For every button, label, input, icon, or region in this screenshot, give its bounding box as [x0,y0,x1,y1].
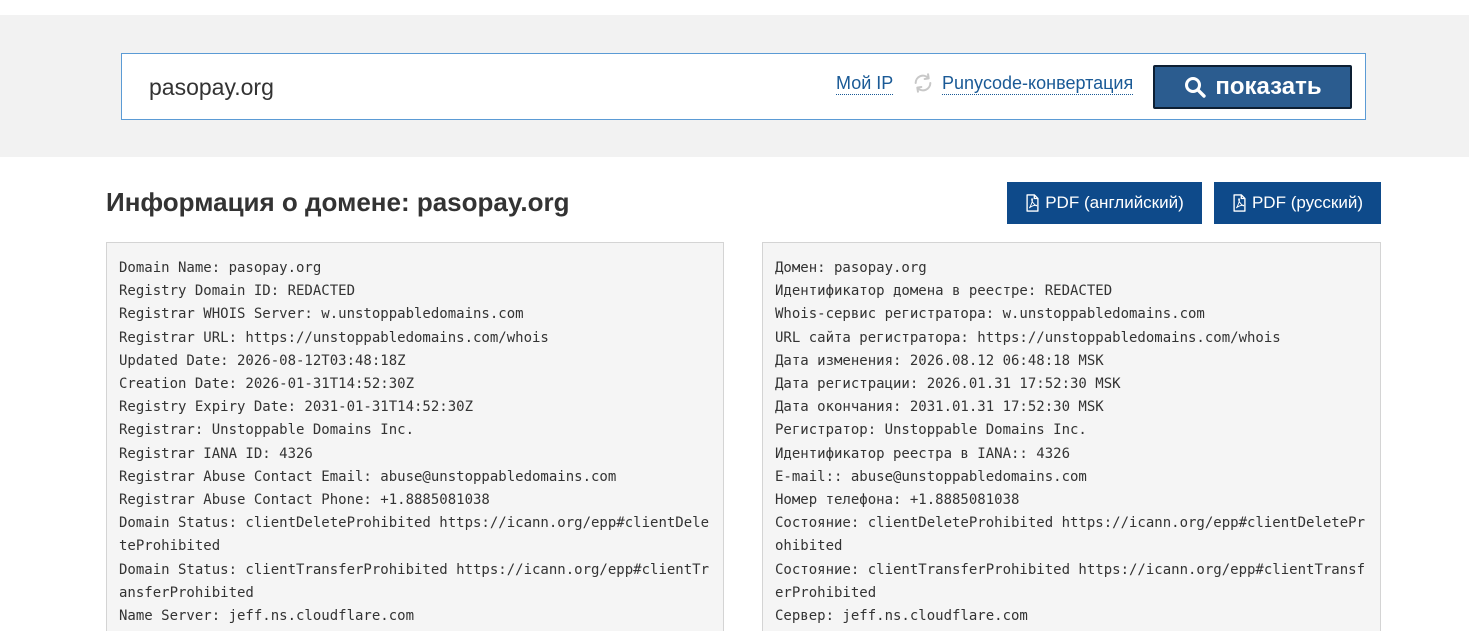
whois-en-line: Registrar WHOIS Server: w.unstoppabledom… [119,306,524,323]
whois-ru-line: Идентификатор домена в реестре: REDACTED [775,283,1113,300]
whois-en-line: Updated Date: 2026-08-12T03:48:18Z [119,352,406,369]
refresh-icon [912,72,934,94]
whois-ru-line: Регистратор: Unstoppable Domains Inc. [775,422,1087,439]
my-ip-link[interactable]: Мой IP [836,72,894,95]
whois-ru-line: E-mail:: abuse@unstoppabledomains.com [775,468,1087,485]
whois-en-line: Registry Domain ID: REDACTED [119,283,356,300]
pdf-english-button[interactable]: PDF (английский) [1007,182,1202,224]
search-box: Мой IP Punycode-конвертация показать [121,53,1366,120]
whois-en-line: Domain Name: pasopay.org [119,260,322,276]
page-title-domain: pasopay.org [416,187,570,217]
whois-ru-line: Сервер: jeff.ns.cloudflare.com [775,608,1028,625]
show-button-label: показать [1215,73,1322,100]
whois-ru-line: Дата окончания: 2031.01.31 17:52:30 MSK [775,399,1104,416]
page-title: Информация о домене: pasopay.org [106,187,570,218]
whois-english-panel: Domain Name: pasopay.org Registry Domain… [106,242,724,631]
whois-ru-line: Идентификатор реестра в IANA:: 4326 [775,445,1071,462]
whois-en-line: Name Server: jeff.ns.cloudflare.com [119,608,415,625]
whois-en-line: Registrar Abuse Contact Phone: +1.888508… [119,492,490,509]
whois-en-line: Registrar IANA ID: 4326 [119,445,313,462]
whois-ru-line: Номер телефона: +1.8885081038 [775,492,1020,509]
pdf-russian-label: PDF (русский) [1251,193,1364,212]
pdf-file-icon [1026,194,1039,212]
search-icon [1185,77,1207,98]
whois-russian-panel: Домен: pasopay.org Идентификатор домена … [762,242,1381,631]
pdf-russian-button[interactable]: PDF (русский) [1214,182,1381,224]
whois-en-line: Registry Expiry Date: 2031-01-31T14:52:3… [119,399,474,416]
whois-en-line: Registrar Abuse Contact Email: abuse@uns… [119,468,617,485]
show-button[interactable]: показать [1153,65,1352,109]
whois-en-line: Registrar: Unstoppable Domains Inc. [119,422,415,439]
domain-search-input[interactable] [149,68,789,106]
whois-en-line: Domain Status: clientTransferProhibited … [119,561,710,601]
whois-ru-line: Состояние: clientDeleteProhibited https:… [775,515,1366,555]
whois-ru-line: Дата регистрации: 2026.01.31 17:52:30 MS… [775,376,1121,393]
top-strip [0,0,1469,15]
whois-ru-line: Дата изменения: 2026.08.12 06:48:18 MSK [775,352,1104,369]
whois-en-line: Domain Status: clientDeleteProhibited ht… [119,515,710,555]
pdf-english-label: PDF (английский) [1045,193,1184,212]
whois-ru-line: Whois-сервис регистратора: w.unstoppable… [775,306,1205,323]
punycode-converter-link[interactable]: Punycode-конвертация [942,72,1134,95]
page-title-prefix: Информация о домене: [106,187,417,217]
whois-ru-line: URL сайта регистратора: https://unstoppa… [775,329,1281,346]
whois-en-line: Registrar URL: https://unstoppabledomain… [119,329,549,346]
whois-ru-line: Состояние: clientTransferProhibited http… [775,561,1366,601]
whois-ru-line: Домен: pasopay.org [775,260,927,276]
pdf-file-icon [1233,194,1246,212]
whois-en-line: Creation Date: 2026-01-31T14:52:30Z [119,376,415,393]
